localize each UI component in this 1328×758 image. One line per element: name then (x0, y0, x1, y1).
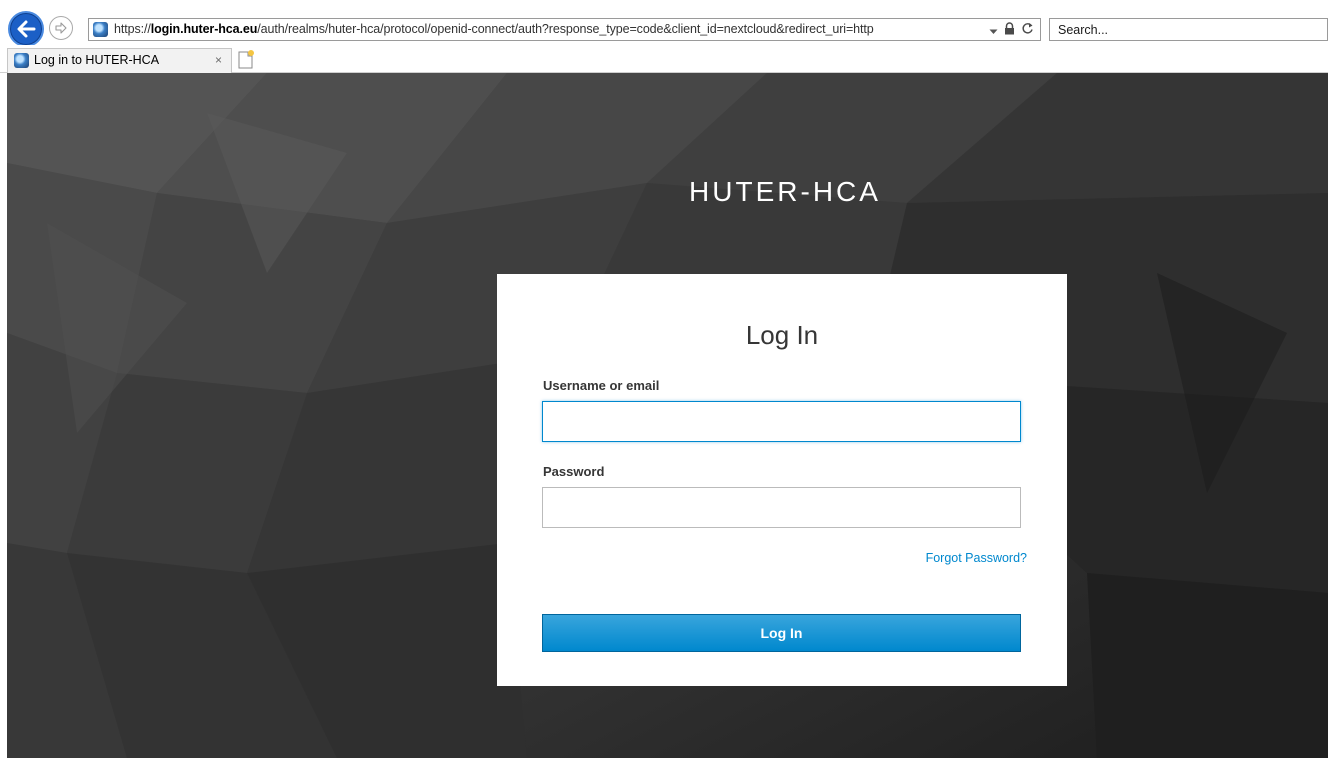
login-page: HUTER-HCA Log In Username or email Passw… (7, 73, 1328, 758)
login-heading: Log In (745, 320, 819, 350)
login-card: Log In Username or email Password Forgot… (497, 274, 1067, 686)
forward-button[interactable] (49, 16, 73, 40)
arrow-left-icon (17, 20, 36, 38)
back-button[interactable] (8, 11, 44, 47)
url-host: login.huter-hca.eu (150, 22, 258, 36)
url-text[interactable]: https://login.huter-hca.eu/auth/realms/h… (114, 22, 874, 36)
arrow-right-icon (55, 22, 67, 34)
login-button[interactable]: Log In (542, 614, 1021, 652)
password-label: Password (543, 464, 605, 479)
tab-title: Log in to HUTER-HCA (34, 53, 160, 67)
tab-login[interactable]: Log in to HUTER-HCA × (7, 48, 232, 73)
close-icon[interactable]: × (215, 53, 222, 67)
username-input[interactable] (542, 401, 1021, 442)
refresh-icon[interactable] (1021, 22, 1034, 40)
navigation-bar: https://login.huter-hca.eu/auth/realms/h… (0, 0, 1328, 47)
tab-strip: Log in to HUTER-HCA × (0, 45, 1328, 73)
url-path: /auth/realms/huter-hca/protocol/openid-c… (257, 22, 874, 36)
url-scheme: https:// (114, 22, 151, 36)
new-tab-icon (238, 50, 254, 69)
tab-favicon-icon (14, 53, 29, 68)
new-tab-button[interactable] (236, 49, 256, 71)
site-favicon-icon (93, 22, 108, 37)
address-tools (989, 21, 1034, 40)
chevron-down-icon[interactable] (989, 22, 998, 40)
search-input[interactable] (1050, 19, 1327, 40)
username-label: Username or email (543, 378, 660, 393)
password-input[interactable] (542, 487, 1021, 528)
search-box[interactable] (1049, 18, 1328, 41)
lock-icon[interactable] (1004, 21, 1015, 40)
realm-title: HUTER-HCA (689, 176, 881, 207)
browser-window: https://login.huter-hca.eu/auth/realms/h… (0, 0, 1328, 758)
forgot-password-link[interactable]: Forgot Password? (926, 551, 1027, 565)
address-bar[interactable]: https://login.huter-hca.eu/auth/realms/h… (88, 18, 1041, 41)
